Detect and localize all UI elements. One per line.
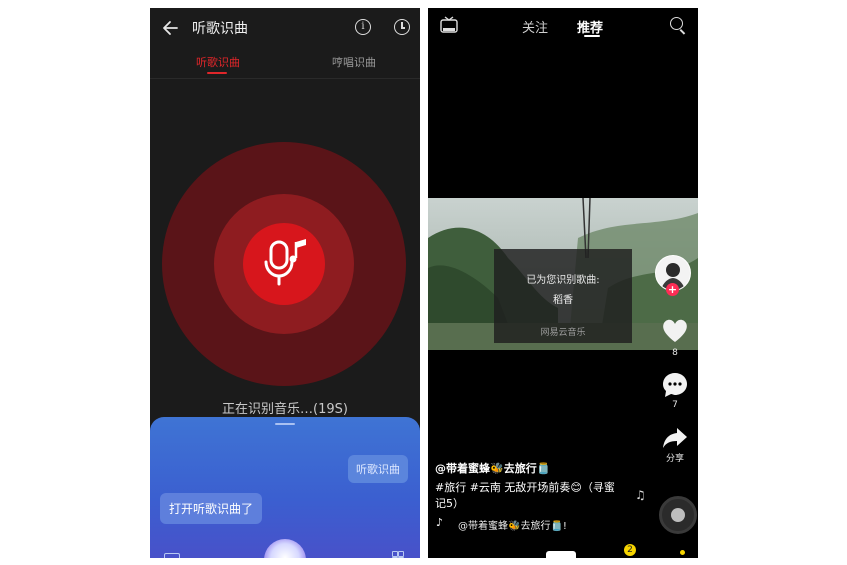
toast-title: 已为您识别歌曲:: [526, 275, 600, 286]
music-note-icon: ♪: [436, 516, 444, 529]
search-icon[interactable]: [670, 17, 683, 30]
bottom-create-button[interactable]: [546, 551, 576, 558]
microphone-music-icon: [263, 236, 311, 292]
voice-assistant-orb-icon[interactable]: [264, 539, 306, 558]
share-arrow-icon[interactable]: [662, 426, 688, 454]
comment-count: 7: [672, 400, 678, 410]
music-recognition-screen: 听歌识曲 i 听歌识曲 哼唱识曲 正在识别音乐…(19S) 听歌识曲 打开听歌识…: [150, 8, 420, 558]
user-query-bubble: 听歌识曲: [348, 455, 408, 483]
panel-handle[interactable]: [275, 423, 295, 425]
tab-recommend[interactable]: 推荐: [577, 17, 603, 36]
tab-divider: [150, 78, 420, 79]
follow-plus-button[interactable]: +: [666, 283, 679, 296]
recognition-status: 正在识别音乐…(19S): [222, 402, 348, 417]
history-clock-icon[interactable]: [394, 19, 410, 35]
share-label: 分享: [665, 454, 684, 464]
sound-credit[interactable]: @带着蜜蜂🐝去旅行🫙!: [458, 517, 567, 532]
like-count: 8: [672, 348, 678, 358]
info-icon[interactable]: i: [355, 19, 371, 35]
active-tab-indicator: [207, 72, 227, 74]
tab-listen-recognize[interactable]: 听歌识曲: [196, 54, 240, 70]
author-name[interactable]: @带着蜜蜂🐝去旅行🫙: [435, 460, 550, 476]
toast-song-name: 稻香: [553, 295, 573, 306]
unread-dot: [680, 550, 685, 555]
floating-music-note-icon: ♫: [635, 488, 646, 502]
voice-assistant-panel: 听歌识曲 打开听歌识曲了: [150, 417, 420, 558]
keyboard-icon[interactable]: [164, 553, 180, 558]
apps-icon[interactable]: [392, 551, 404, 558]
disc-center: [671, 508, 685, 522]
page-title: 听歌识曲: [192, 21, 248, 37]
tab-follow[interactable]: 关注: [522, 17, 548, 36]
live-tv-icon[interactable]: [439, 15, 459, 35]
tab-hum-recognize[interactable]: 哼唱识曲: [332, 54, 376, 70]
comment-icon[interactable]: [661, 371, 689, 403]
short-video-screen: 关注 推荐 已为您识别歌曲: 稻香 网易云音乐 + 8 7 分享 @带着蜜蜂🐝去…: [428, 8, 698, 558]
heart-icon[interactable]: [661, 318, 689, 348]
music-disc-icon[interactable]: [659, 496, 697, 534]
notification-badge: 2: [624, 544, 636, 556]
top-bar: 听歌识曲 i: [150, 8, 420, 48]
video-description: #旅行 #云南 无敌开场前奏😊（寻蜜记5）: [435, 481, 615, 510]
toast-watermark: 网易云音乐: [540, 328, 586, 338]
assistant-reply-bubble: 打开听歌识曲了: [160, 493, 263, 524]
recognized-song-toast: 已为您识别歌曲: 稻香 网易云音乐: [494, 249, 632, 343]
back-arrow-icon[interactable]: [160, 17, 182, 39]
active-tab-indicator: [584, 35, 600, 37]
